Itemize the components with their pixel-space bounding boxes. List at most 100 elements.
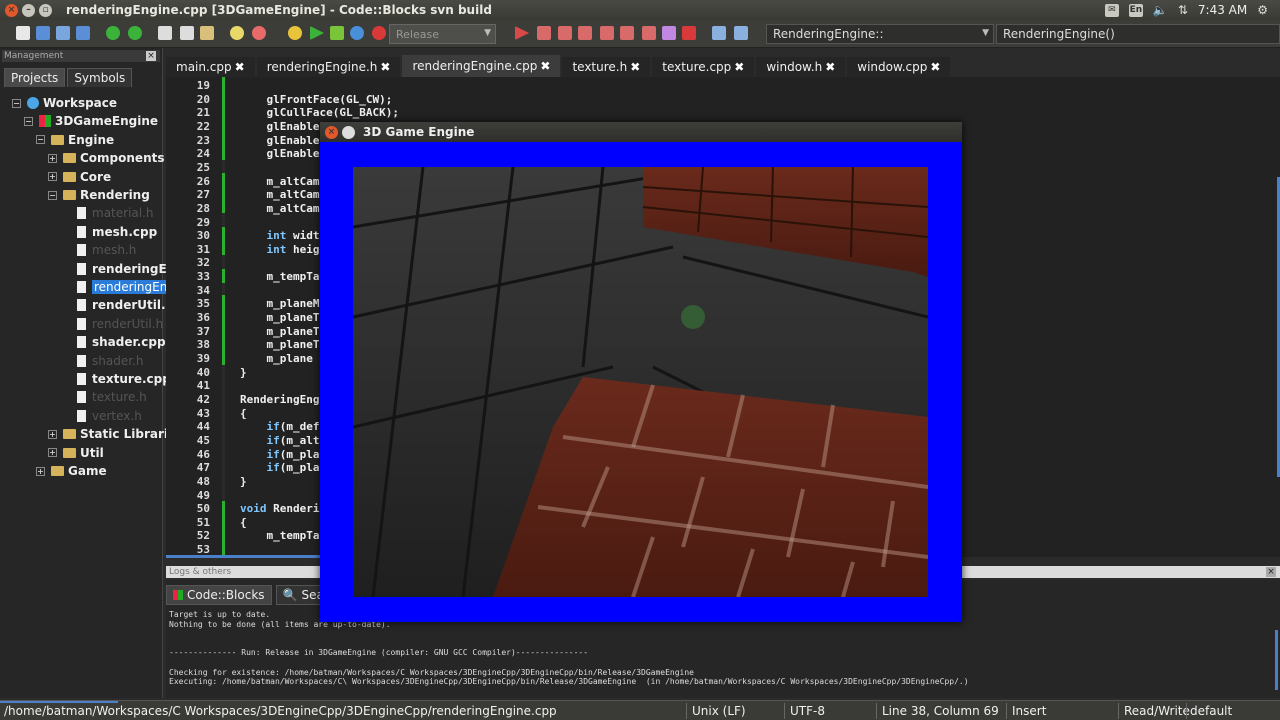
tree-item[interactable]: renderingEng xyxy=(62,278,177,296)
collapse-icon[interactable]: − xyxy=(36,135,45,145)
editor-tab[interactable]: texture.h ✖ xyxy=(562,57,651,77)
tree-item[interactable]: − Workspace xyxy=(12,94,117,112)
close-icon[interactable]: ✖ xyxy=(630,60,640,74)
editor-tab[interactable]: texture.cpp ✖ xyxy=(652,57,755,77)
volume-icon[interactable]: 🔈 xyxy=(1153,3,1168,17)
copy-icon[interactable] xyxy=(180,26,194,40)
tree-item[interactable]: − 3DGameEngine xyxy=(24,112,158,130)
new-file-icon[interactable] xyxy=(16,26,30,40)
tree-item[interactable]: mesh.h xyxy=(62,241,136,259)
rebuild-icon[interactable] xyxy=(350,26,364,40)
expand-icon[interactable]: + xyxy=(48,448,57,458)
mail-icon[interactable]: ✉ xyxy=(1104,3,1119,17)
expand-icon[interactable]: + xyxy=(48,429,57,439)
step-into-instruction-icon[interactable] xyxy=(642,26,656,40)
debug-windows-icon[interactable] xyxy=(712,26,726,40)
minimize-window-button[interactable] xyxy=(342,125,355,139)
tree-item[interactable]: texture.h xyxy=(62,388,147,406)
tree-item[interactable]: + Game xyxy=(36,462,107,480)
codeblocks-icon xyxy=(173,590,183,600)
debug-info-icon[interactable] xyxy=(734,26,748,40)
tab-codeblocks-log[interactable]: Code::Blocks xyxy=(166,585,272,605)
run-icon[interactable] xyxy=(310,26,324,40)
clock[interactable]: 7:43 AM xyxy=(1198,3,1247,17)
close-icon[interactable]: ✖ xyxy=(380,60,390,74)
game-window-title-bar[interactable]: × 3D Game Engine xyxy=(320,122,962,142)
build-icon[interactable] xyxy=(288,26,302,40)
close-icon[interactable]: ✖ xyxy=(235,60,245,74)
horizontal-scrollbar[interactable] xyxy=(166,555,326,558)
tree-item[interactable]: + Static Libraries xyxy=(48,425,183,443)
tree-item[interactable]: renderUtil.cp xyxy=(62,296,181,314)
game-viewport[interactable] xyxy=(353,167,928,597)
tree-item[interactable]: − Engine xyxy=(36,131,114,149)
stop-debugger-icon[interactable] xyxy=(682,26,696,40)
build-and-run-icon[interactable] xyxy=(330,26,344,40)
expand-icon[interactable]: + xyxy=(48,172,57,182)
tree-item-label: shader.cpp xyxy=(92,335,166,350)
tree-item-label: vertex.h xyxy=(92,408,142,423)
editor-tab[interactable]: main.cpp ✖ xyxy=(166,57,255,77)
code-line: { xyxy=(240,515,247,529)
close-window-button[interactable]: × xyxy=(5,3,18,17)
paste-icon[interactable] xyxy=(200,26,214,40)
expand-icon[interactable]: + xyxy=(36,466,45,476)
save-icon[interactable] xyxy=(56,26,70,40)
debug-run-icon[interactable] xyxy=(515,26,529,40)
folder-icon xyxy=(63,171,76,182)
close-icon[interactable]: ✖ xyxy=(930,60,940,74)
tree-item[interactable]: + Components xyxy=(48,149,165,167)
logs-scrollbar[interactable] xyxy=(1275,630,1278,690)
tree-item[interactable]: material.h xyxy=(62,204,154,222)
close-icon[interactable]: × xyxy=(1266,567,1276,577)
tree-item[interactable]: shader.h xyxy=(62,352,143,370)
build-target-select[interactable]: Release ▼ xyxy=(389,24,496,44)
keyboard-layout-indicator[interactable]: En xyxy=(1128,3,1143,17)
expand-icon[interactable]: + xyxy=(48,153,57,163)
function-select[interactable]: RenderingEngine() xyxy=(996,24,1280,44)
save-all-icon[interactable] xyxy=(76,26,90,40)
tab-symbols[interactable]: Symbols xyxy=(67,68,133,87)
close-window-button[interactable]: × xyxy=(325,125,338,139)
tree-item[interactable]: + Util xyxy=(48,444,104,462)
tree-item[interactable]: vertex.h xyxy=(62,407,142,425)
network-icon[interactable]: ⇅ xyxy=(1178,3,1188,17)
editor-tab[interactable]: window.h ✖ xyxy=(756,57,846,77)
collapse-icon[interactable]: − xyxy=(48,190,57,200)
redo-icon[interactable] xyxy=(128,26,142,40)
tree-item[interactable]: texture.cpp xyxy=(62,370,171,388)
cut-icon[interactable] xyxy=(158,26,172,40)
tab-projects[interactable]: Projects xyxy=(4,68,66,87)
open-file-icon[interactable] xyxy=(36,26,50,40)
status-bar: /home/batman/Workspaces/C Workspaces/3DE… xyxy=(0,700,1280,720)
step-into-icon[interactable] xyxy=(578,26,592,40)
run-to-cursor-icon[interactable] xyxy=(537,26,551,40)
next-line-icon[interactable] xyxy=(558,26,572,40)
tree-item[interactable]: mesh.cpp xyxy=(62,223,157,241)
tree-item[interactable]: − Rendering xyxy=(48,186,150,204)
close-icon[interactable]: ✖ xyxy=(540,59,550,73)
game-window[interactable]: × 3D Game Engine xyxy=(320,122,962,622)
close-icon[interactable]: × xyxy=(146,51,156,61)
editor-tab[interactable]: renderingEngine.h ✖ xyxy=(256,57,401,77)
editor-tab[interactable]: window.cpp ✖ xyxy=(847,57,951,77)
close-icon[interactable]: ✖ xyxy=(734,60,744,74)
step-out-icon[interactable] xyxy=(600,26,614,40)
abort-icon[interactable] xyxy=(372,26,386,40)
find-icon[interactable] xyxy=(230,26,244,40)
minimize-window-button[interactable]: – xyxy=(22,3,35,17)
undo-icon[interactable] xyxy=(106,26,120,40)
editor-tab[interactable]: renderingEngine.cpp ✖ xyxy=(402,55,561,77)
tree-item[interactable]: shader.cpp xyxy=(62,333,166,351)
tree-item[interactable]: + Core xyxy=(48,168,111,186)
collapse-icon[interactable]: − xyxy=(24,116,33,126)
tree-item[interactable]: renderUtil.h xyxy=(62,315,163,333)
power-icon[interactable]: ⚙ xyxy=(1257,3,1268,17)
next-instruction-icon[interactable] xyxy=(620,26,634,40)
pause-icon[interactable] xyxy=(662,26,676,40)
close-icon[interactable]: ✖ xyxy=(825,60,835,74)
scope-select[interactable]: RenderingEngine:: ▼ xyxy=(766,24,994,44)
collapse-icon[interactable]: − xyxy=(12,98,21,108)
replace-icon[interactable] xyxy=(252,26,266,40)
maximize-window-button[interactable]: ▫ xyxy=(39,3,52,17)
